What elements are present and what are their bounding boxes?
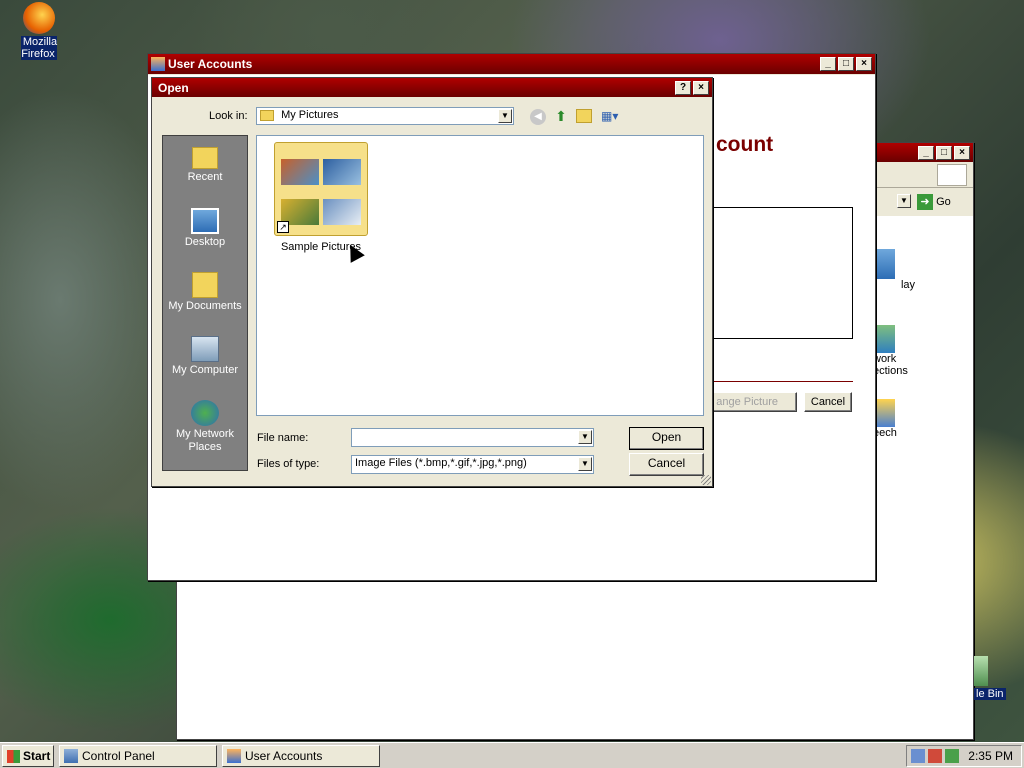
back-arrow-icon[interactable]: ◀ <box>530 109 546 125</box>
maximize-button[interactable]: □ <box>936 145 952 160</box>
open-dialog-titlebar: Open ? × <box>152 78 712 97</box>
display-icon <box>873 249 895 279</box>
look-in-dropdown[interactable]: My Pictures ▼ <box>256 107 514 125</box>
cancel-button[interactable]: Cancel <box>804 392 852 412</box>
recycle-bin-icon <box>974 656 988 686</box>
control-panel-icon <box>64 749 78 763</box>
system-tray: 2:35 PM <box>906 745 1022 767</box>
windows-logo-icon <box>937 164 967 186</box>
control-panel-item-speech[interactable]: eech <box>873 399 943 439</box>
shortcut-arrow-icon: ↗ <box>277 221 289 233</box>
place-my-network[interactable]: My Network Places <box>165 400 245 454</box>
firefox-icon <box>23 2 55 34</box>
file-list[interactable]: ↗ Sample Pictures <box>256 135 704 416</box>
view-menu-icon[interactable]: ▦▾ <box>601 108 625 124</box>
help-button[interactable]: ? <box>675 80 691 95</box>
file-name-label: File name: <box>257 432 309 444</box>
place-my-computer[interactable]: My Computer <box>165 336 245 376</box>
chevron-down-icon[interactable]: ▼ <box>498 109 512 123</box>
windows-logo-icon <box>7 750 20 763</box>
user-accounts-icon <box>151 57 165 71</box>
taskbar: Start Control Panel User Accounts 2:35 P… <box>0 742 1024 768</box>
open-dialog: Open ? × Look in: My Pictures ▼ ◀ ⬆ ▦▾ R… <box>151 77 713 487</box>
cancel-button[interactable]: Cancel <box>629 453 704 476</box>
taskbar-item-user-accounts[interactable]: User Accounts <box>222 745 380 767</box>
my-documents-icon <box>192 272 218 298</box>
clock[interactable]: 2:35 PM <box>968 749 1013 763</box>
desktop-icon <box>191 208 219 234</box>
start-button[interactable]: Start <box>2 745 54 767</box>
my-computer-icon <box>191 336 219 362</box>
network-tray-icon[interactable] <box>911 749 925 763</box>
go-arrow-icon: ➜ <box>917 194 933 211</box>
close-button[interactable]: × <box>693 80 709 95</box>
network-icon <box>191 400 219 426</box>
desktop-icon-firefox[interactable]: Mozilla Firefox <box>2 2 76 60</box>
user-accounts-icon <box>227 749 241 763</box>
control-panel-item-display[interactable]: lay <box>873 249 943 291</box>
close-button[interactable]: × <box>856 57 872 71</box>
resize-grip-icon[interactable] <box>701 475 711 485</box>
folder-icon <box>192 147 218 169</box>
files-of-type-dropdown[interactable]: Image Files (*.bmp,*.gif,*.jpg,*.png) ▼ <box>351 455 594 474</box>
maximize-button[interactable]: □ <box>838 57 854 71</box>
folder-icon <box>260 109 274 121</box>
places-bar: Recent Desktop My Documents My Computer … <box>162 135 248 471</box>
chevron-down-icon[interactable]: ▼ <box>578 430 592 444</box>
list-item[interactable]: ↗ Sample Pictures <box>271 142 371 253</box>
desktop-icon-recycle-bin[interactable]: le Bin <box>974 656 1024 700</box>
minimize-button[interactable]: _ <box>820 57 836 71</box>
place-desktop[interactable]: Desktop <box>165 208 245 248</box>
page-heading: count <box>716 133 774 156</box>
file-name-input[interactable]: ▼ <box>351 428 594 447</box>
look-in-label: Look in: <box>209 110 248 122</box>
up-folder-icon[interactable]: ⬆ <box>553 108 569 124</box>
update-tray-icon[interactable] <box>945 749 959 763</box>
speech-icon <box>873 399 895 427</box>
place-recent[interactable]: Recent <box>165 144 245 183</box>
close-button[interactable]: × <box>954 145 970 160</box>
place-my-documents[interactable]: My Documents <box>165 272 245 312</box>
address-dropdown-arrow[interactable]: ▼ <box>897 194 911 208</box>
control-panel-item-network[interactable]: work ections <box>873 325 943 377</box>
desktop-icon-label: Mozilla Firefox <box>20 36 58 60</box>
go-button[interactable]: ➜ Go <box>917 193 955 211</box>
minimize-button[interactable]: _ <box>918 145 934 160</box>
files-of-type-label: Files of type: <box>257 458 320 470</box>
security-tray-icon[interactable] <box>928 749 942 763</box>
new-folder-icon[interactable] <box>576 109 592 123</box>
open-button[interactable]: Open <box>629 427 704 450</box>
chevron-down-icon[interactable]: ▼ <box>578 457 592 471</box>
user-accounts-titlebar: User Accounts _ □ × <box>148 54 875 74</box>
sample-pictures-folder-icon: ↗ <box>274 142 368 236</box>
network-icon <box>873 325 895 353</box>
taskbar-item-control-panel[interactable]: Control Panel <box>59 745 217 767</box>
